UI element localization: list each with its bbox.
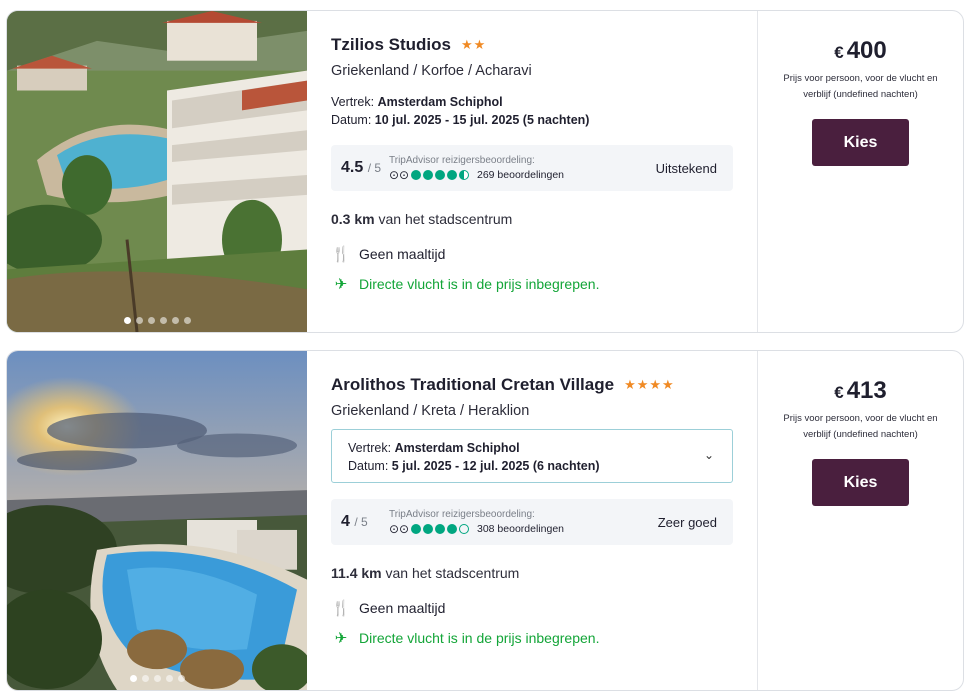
rating-bubble xyxy=(459,169,469,180)
hotel-photo[interactable] xyxy=(7,351,307,690)
date-label: Datum: xyxy=(331,113,372,127)
photo-carousel-dots[interactable] xyxy=(7,675,307,682)
rating-bubble xyxy=(423,169,433,180)
departure-label: Vertrek: xyxy=(331,95,375,109)
rating-bubble xyxy=(423,523,433,534)
price-column: €413 Prijs voor persoon, voor de vlucht … xyxy=(757,351,963,690)
departure-info: Vertrek: Amsterdam Schiphol Datum: 10 ju… xyxy=(331,93,733,129)
flight-info: ✈ Directe vlucht is in de prijs inbegrep… xyxy=(331,275,733,293)
hotel-photo[interactable] xyxy=(7,11,307,332)
hotel-location: Griekenland / Korfoe / Acharavi xyxy=(331,63,532,79)
meal-info: 🍴 Geen maaltijd xyxy=(331,599,733,617)
price-note: Prijs voor persoon, voor de vlucht en ve… xyxy=(783,413,938,440)
rating-bubble xyxy=(411,169,421,180)
rating-bubble xyxy=(435,523,445,534)
departure-selector[interactable]: Vertrek: Amsterdam Schiphol Datum: 5 jul… xyxy=(331,429,733,483)
hotel-card[interactable]: Arolithos Traditional Cretan Village ★★★… xyxy=(6,350,964,691)
hotel-name[interactable]: Arolithos Traditional Cretan Village xyxy=(331,375,614,395)
choose-button[interactable]: Kies xyxy=(812,119,909,166)
flight-info: ✈ Directe vlucht is in de prijs inbegrep… xyxy=(331,629,733,647)
rating-bubbles xyxy=(411,169,469,180)
price: €413 xyxy=(834,377,887,404)
carousel-dot[interactable] xyxy=(165,675,173,682)
star-rating: ★★★★ xyxy=(624,377,675,392)
price-column: €400 Prijs voor persoon, voor de vlucht … xyxy=(757,11,963,332)
travel-dates: 5 jul. 2025 - 12 jul. 2025 (6 nachten) xyxy=(391,459,600,473)
rating-bubble xyxy=(435,169,445,180)
departure-airport: Amsterdam Schiphol xyxy=(394,441,520,455)
carousel-dot[interactable] xyxy=(177,675,185,682)
tripadvisor-label: TripAdvisor reizigersbeoordeling: xyxy=(389,154,535,166)
rating-score: 4 / 5 xyxy=(341,513,368,530)
star-rating: ★★ xyxy=(460,37,487,52)
departure-label: Vertrek: xyxy=(348,441,392,455)
rating-bubble xyxy=(411,523,421,534)
carousel-dot[interactable] xyxy=(129,675,137,682)
date-label: Datum: xyxy=(348,459,389,473)
price-note: Prijs voor persoon, voor de vlucht en ve… xyxy=(783,73,938,100)
carousel-dot[interactable] xyxy=(147,317,155,324)
departure-airport: Amsterdam Schiphol xyxy=(377,95,503,109)
hotel-info: Tzilios Studios ★★ Griekenland / Korfoe … xyxy=(307,11,757,332)
airplane-icon: ✈ xyxy=(334,276,348,293)
rating-word: Zeer goed xyxy=(657,514,717,530)
hotel-location: Griekenland / Kreta / Heraklion xyxy=(331,403,530,419)
tripadvisor-rating: 4.5 / 5 TripAdvisor reizigersbeoordeling… xyxy=(331,145,733,191)
rating-bubbles xyxy=(411,523,469,534)
rating-bubble xyxy=(447,523,457,534)
distance-to-center: 0.3 km van het stadscentrum xyxy=(331,211,513,227)
flight-text: Directe vlucht is in de prijs inbegrepen… xyxy=(359,276,600,292)
rating-score: 4.5 / 5 xyxy=(341,159,382,176)
carousel-dot[interactable] xyxy=(159,317,167,324)
review-count: 269 beoordelingen xyxy=(477,168,564,181)
travel-dates: 10 jul. 2025 - 15 jul. 2025 (5 nachten) xyxy=(374,113,590,127)
carousel-dot[interactable] xyxy=(123,317,131,324)
tripadvisor-owl-icon: ⊙⊙ xyxy=(389,521,410,536)
cutlery-icon: 🍴 xyxy=(331,600,351,617)
meal-info: 🍴 Geen maaltijd xyxy=(331,245,733,263)
hotel-card[interactable]: Tzilios Studios ★★ Griekenland / Korfoe … xyxy=(6,10,964,333)
rating-bubble xyxy=(459,523,469,534)
meal-text: Geen maaltijd xyxy=(359,600,446,616)
hotel-name[interactable]: Tzilios Studios xyxy=(331,35,451,55)
carousel-dot[interactable] xyxy=(153,675,161,682)
carousel-dot[interactable] xyxy=(183,317,191,324)
cutlery-icon: 🍴 xyxy=(331,246,351,263)
flight-text: Directe vlucht is in de prijs inbegrepen… xyxy=(359,630,600,646)
rating-bubble xyxy=(447,169,457,180)
tripadvisor-owl-icon: ⊙⊙ xyxy=(389,167,410,182)
carousel-dot[interactable] xyxy=(141,675,149,682)
rating-word: Uitstekend xyxy=(655,160,717,176)
hotel-photo-image xyxy=(7,11,307,332)
tripadvisor-rating: 4 / 5 TripAdvisor reizigersbeoordeling: … xyxy=(331,499,733,545)
price: €400 xyxy=(834,37,887,64)
tripadvisor-label: TripAdvisor reizigersbeoordeling: xyxy=(389,508,535,520)
carousel-dot[interactable] xyxy=(171,317,179,324)
photo-carousel-dots[interactable] xyxy=(7,317,307,324)
distance-to-center: 11.4 km van het stadscentrum xyxy=(331,565,520,581)
chevron-down-icon[interactable]: ⌄ xyxy=(704,446,714,464)
airplane-icon: ✈ xyxy=(334,630,348,647)
hotel-info: Arolithos Traditional Cretan Village ★★★… xyxy=(307,351,757,690)
hotel-photo-image xyxy=(7,351,307,690)
review-count: 308 beoordelingen xyxy=(477,522,564,535)
choose-button[interactable]: Kies xyxy=(812,459,909,506)
carousel-dot[interactable] xyxy=(135,317,143,324)
meal-text: Geen maaltijd xyxy=(359,246,446,262)
